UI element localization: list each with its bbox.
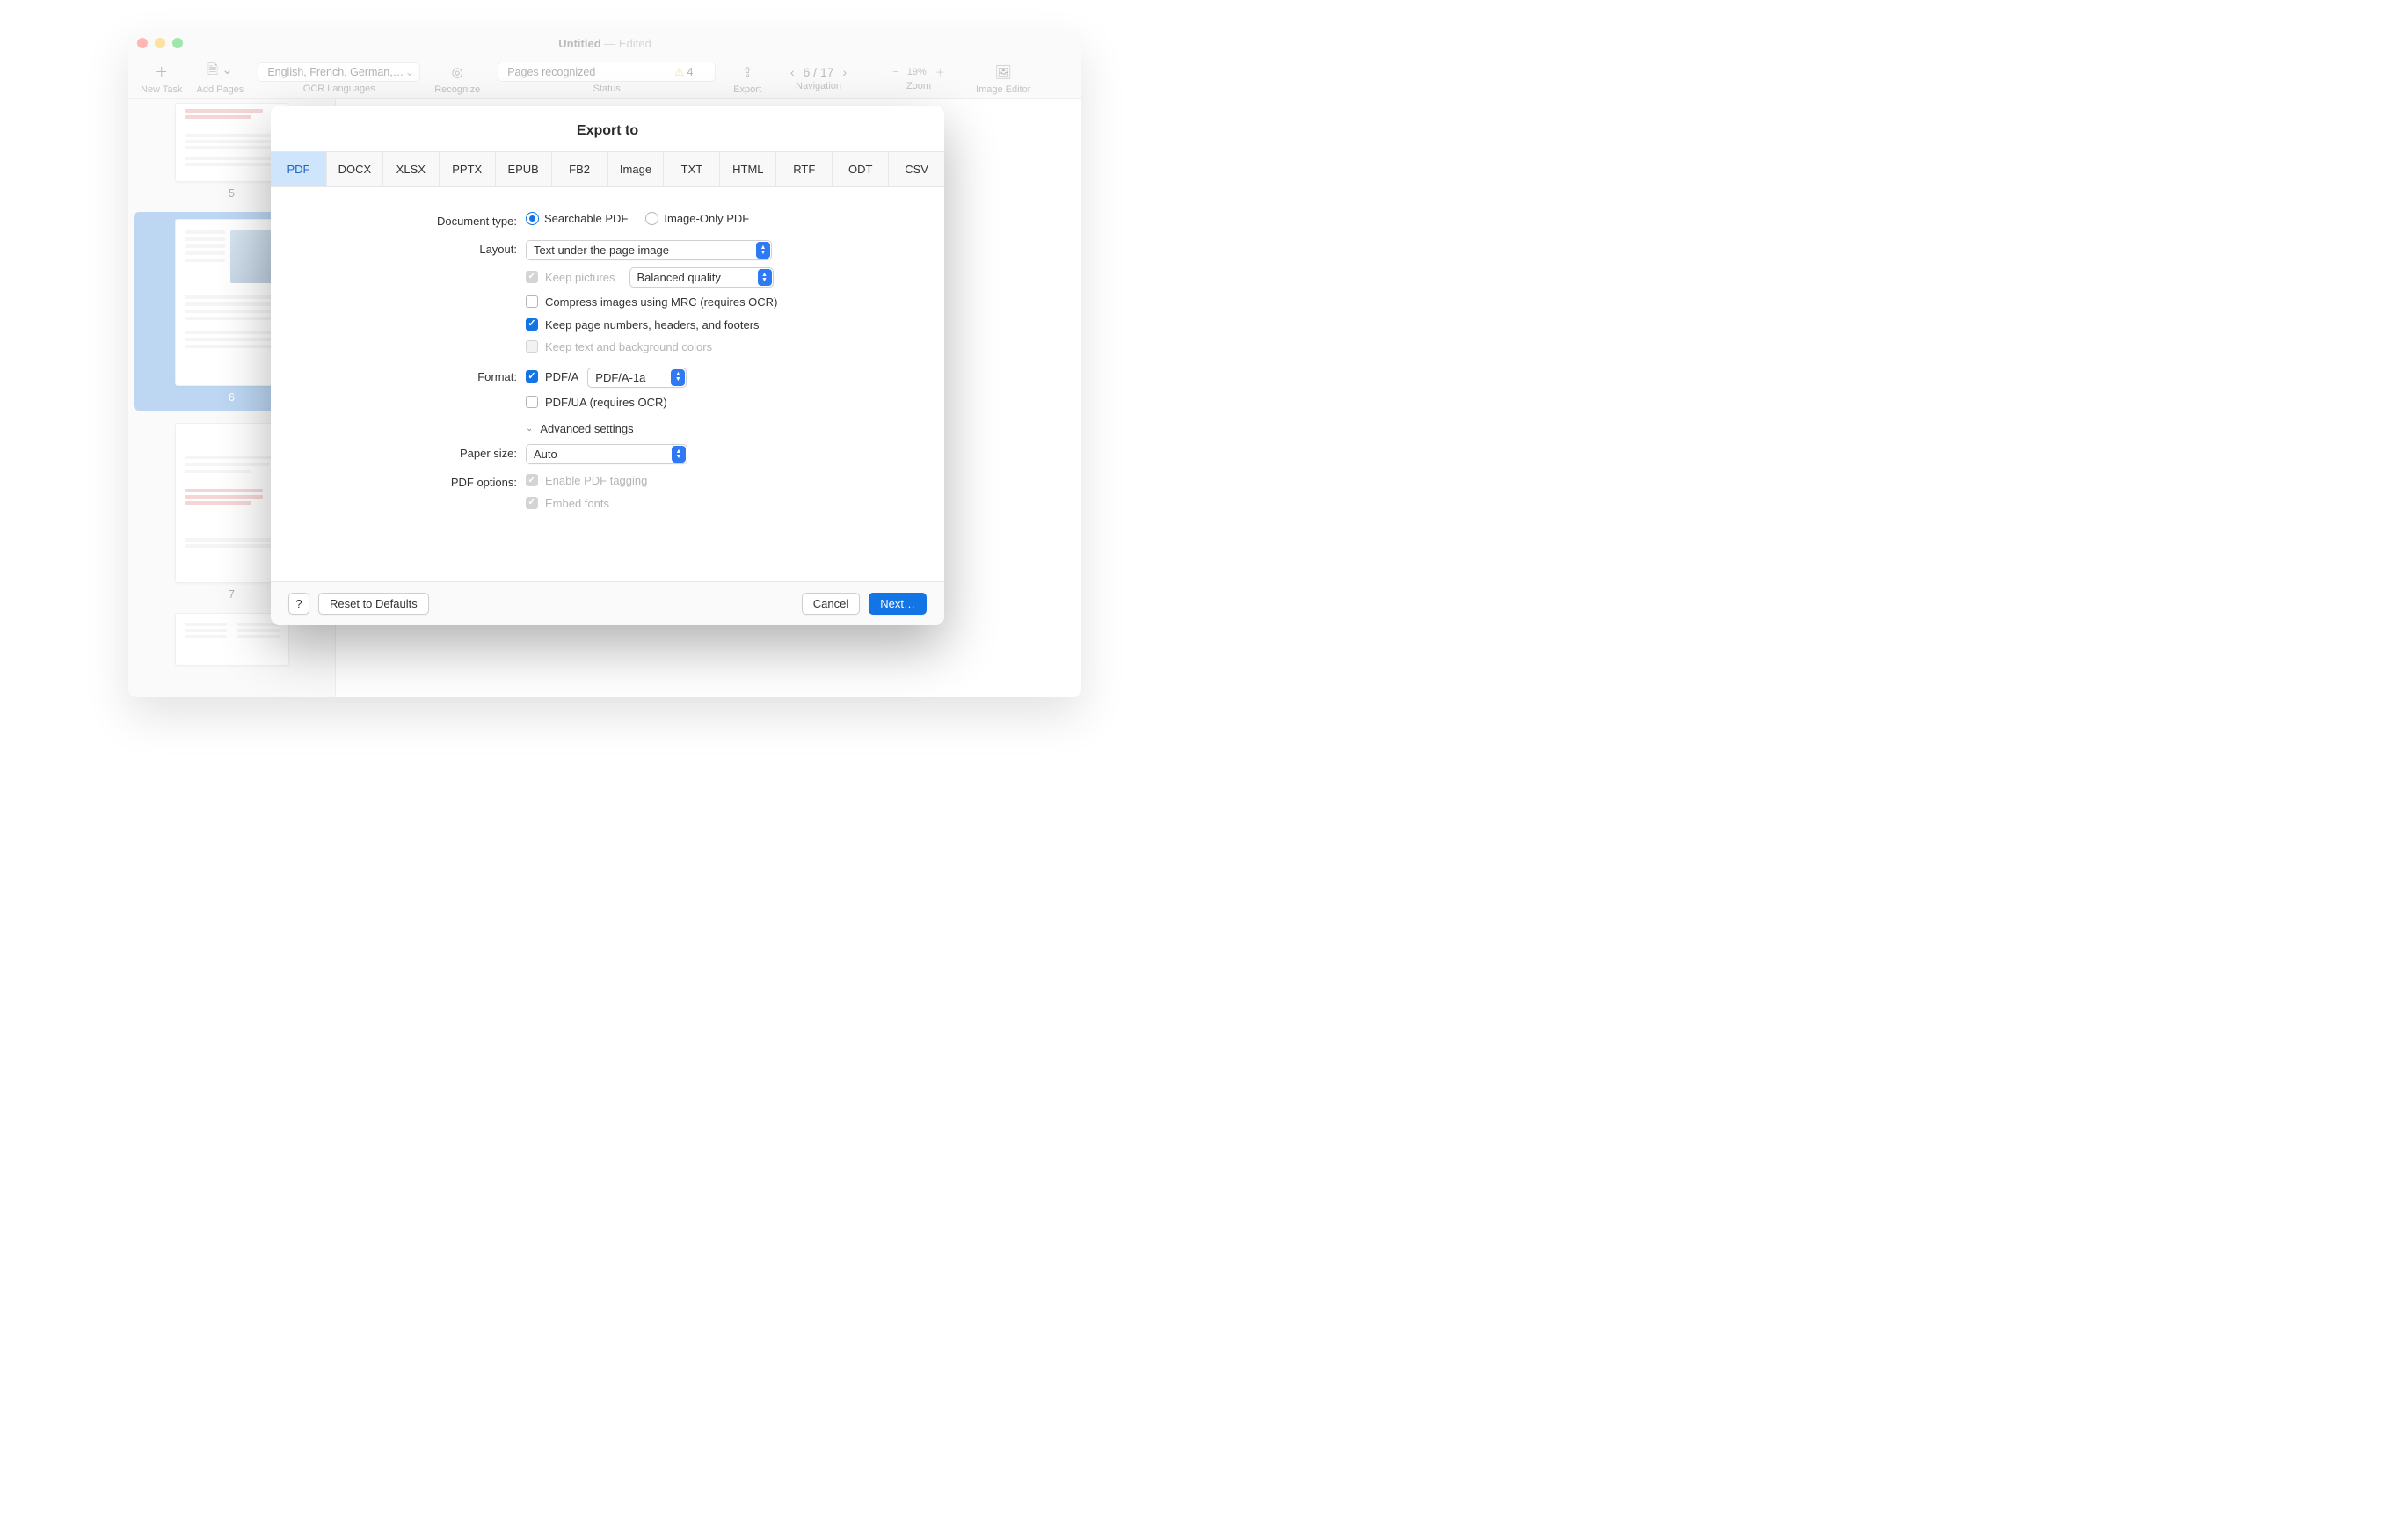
check-keep-headers[interactable]: Keep page numbers, headers, and footers [526,317,909,333]
select-arrows-icon: ▲▼ [672,446,686,463]
dialog-title: Export to [271,106,944,151]
radio-label: Image-Only PDF [664,212,749,225]
next-button[interactable]: Next… [869,593,927,615]
check-pdfua[interactable]: PDF/UA (requires OCR) [526,395,909,411]
tab-txt[interactable]: TXT [664,152,720,186]
check-enable-tagging: Enable PDF tagging [526,473,909,489]
layout-select[interactable]: Text under the page image ▲▼ [526,240,772,260]
radio-image-only-pdf[interactable]: Image-Only PDF [645,212,749,225]
check-label: Compress images using MRC (requires OCR) [545,295,777,310]
tab-pdf[interactable]: PDF [271,152,327,186]
dialog-footer: ? Reset to Defaults Cancel Next… [271,581,944,625]
doc-type-label: Document type: [306,212,526,228]
picture-quality-select[interactable]: Balanced quality ▲▼ [629,267,774,288]
check-label: Keep page numbers, headers, and footers [545,317,760,333]
select-value: Text under the page image [534,244,669,257]
tab-xlsx[interactable]: XLSX [383,152,440,186]
advanced-settings-disclosure[interactable]: ⌄ Advanced settings [526,422,909,435]
select-arrows-icon: ▲▼ [671,369,685,386]
chevron-down-icon: ⌄ [526,424,533,434]
layout-label: Layout: [306,240,526,256]
select-value: PDF/A-1a [595,371,645,384]
format-label: Format: [306,368,526,383]
check-keep-pictures: Keep pictures [526,270,615,286]
reset-defaults-button[interactable]: Reset to Defaults [318,593,429,615]
paper-size-label: Paper size: [306,444,526,460]
check-embed-fonts: Embed fonts [526,496,909,512]
check-label: PDF/A [545,369,578,385]
tab-image[interactable]: Image [608,152,665,186]
check-pdfa[interactable]: PDF/A [526,369,578,385]
cancel-button[interactable]: Cancel [802,593,860,615]
check-compress-mrc[interactable]: Compress images using MRC (requires OCR) [526,295,909,310]
check-label: Embed fonts [545,496,609,512]
radio-searchable-pdf[interactable]: Searchable PDF [526,212,628,225]
tab-rtf[interactable]: RTF [776,152,833,186]
format-tabs: PDF DOCX XLSX PPTX EPUB FB2 Image TXT HT… [271,151,944,187]
check-label: Keep text and background colors [545,339,712,355]
tab-pptx[interactable]: PPTX [440,152,496,186]
check-label: Keep pictures [545,270,615,286]
check-label: Enable PDF tagging [545,473,647,489]
check-label: PDF/UA (requires OCR) [545,395,667,411]
select-value: Balanced quality [637,271,721,284]
paper-size-select[interactable]: Auto ▲▼ [526,444,687,464]
tab-fb2[interactable]: FB2 [552,152,608,186]
tab-epub[interactable]: EPUB [496,152,552,186]
export-dialog: Export to PDF DOCX XLSX PPTX EPUB FB2 Im… [271,106,944,625]
check-keep-colors: Keep text and background colors [526,339,909,355]
tab-html[interactable]: HTML [720,152,776,186]
radio-label: Searchable PDF [544,212,628,225]
select-arrows-icon: ▲▼ [756,242,770,259]
pdf-options-label: PDF options: [306,473,526,489]
export-form: Document type: Searchable PDF Image-Only… [271,187,944,581]
pdfa-version-select[interactable]: PDF/A-1a ▲▼ [587,368,687,388]
select-value: Auto [534,448,557,461]
tab-csv[interactable]: CSV [889,152,944,186]
help-button[interactable]: ? [288,593,309,615]
select-arrows-icon: ▲▼ [758,269,772,286]
disclosure-label: Advanced settings [540,422,633,435]
tab-odt[interactable]: ODT [833,152,889,186]
tab-docx[interactable]: DOCX [327,152,383,186]
